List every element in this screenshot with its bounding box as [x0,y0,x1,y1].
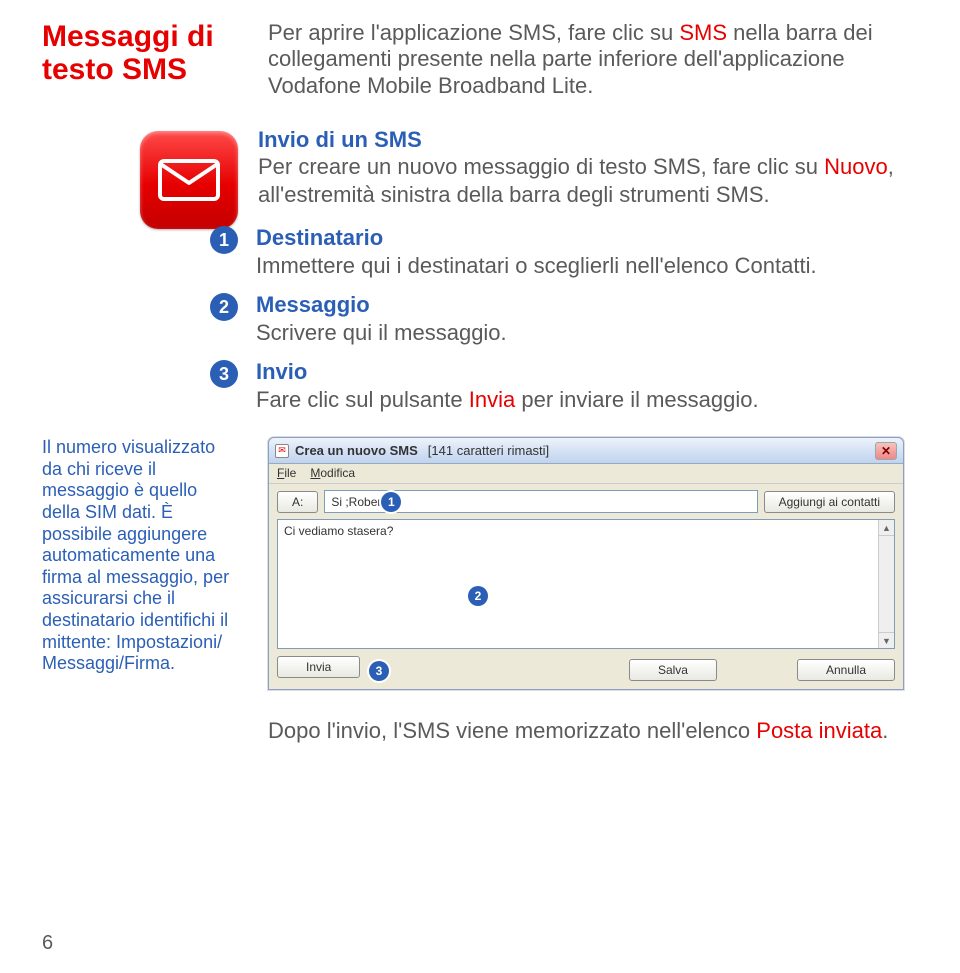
section-invio-body: Per creare un nuovo messaggio di testo S… [258,153,918,208]
intro-text: Per aprire l'applicazione SMS, fare clic… [268,20,918,99]
step-2-title: Messaggio [256,292,370,317]
step-3-body-post: per inviare il messaggio. [515,387,758,412]
cancel-button[interactable]: Annulla [797,659,895,681]
dialog-menu: File Modifica [269,464,903,484]
step-1-row: 1 Destinatario Immettere qui i destinata… [210,224,918,279]
to-button[interactable]: A: [277,491,318,513]
after-send-note: Dopo l'invio, l'SMS viene memorizzato ne… [268,718,918,744]
close-button[interactable]: ✕ [875,442,897,460]
callout-1-badge: 1 [381,492,401,512]
after-red: Posta inviata [756,718,882,743]
sms-app-icon [140,131,238,229]
to-input[interactable]: Si ;Roberto; 1 [324,490,757,513]
dialog-title: Crea un nuovo SMS [295,443,418,458]
add-contacts-button[interactable]: Aggiungi ai contatti [764,491,895,513]
step-1-title: Destinatario [256,225,383,250]
intro-t1: Per aprire l'applicazione SMS, fare clic… [268,20,679,45]
message-textarea[interactable]: Ci vediamo stasera? 2 ▲ ▼ [277,519,895,649]
step-1-body: Immettere qui i destinatari o sceglierli… [256,253,817,278]
after-t2: . [882,718,888,743]
menu-file-u: F [277,466,284,480]
page-number: 6 [42,932,53,955]
save-button[interactable]: Salva [629,659,717,681]
section-invio-heading: Invio di un SMS [258,127,918,153]
step-3-row: 3 Invio Fare clic sul pulsante Invia per… [210,358,918,413]
sms-dialog: ✉ Crea un nuovo SMS [141 caratteri rimas… [268,437,904,690]
step-3-badge: 3 [210,360,238,388]
after-t1: Dopo l'invio, l'SMS viene memorizzato ne… [268,718,756,743]
step-2-row: 2 Messaggio Scrivere qui il messaggio. [210,291,918,346]
step-3-body-pre: Fare clic sul pulsante [256,387,469,412]
step-1-badge: 1 [210,226,238,254]
scroll-down-icon[interactable]: ▼ [879,632,894,648]
scroll-up-icon[interactable]: ▲ [879,520,894,536]
callout-3-badge: 3 [369,661,389,681]
close-icon: ✕ [881,444,891,458]
step-3-title: Invio [256,359,307,384]
callout-2-badge: 2 [468,586,488,606]
dialog-chars-remaining: [141 caratteri rimasti] [428,443,549,458]
menu-mod-u: M [310,466,320,480]
menu-modifica[interactable]: Modifica [310,466,355,481]
dialog-app-icon: ✉ [275,444,289,458]
step-2-body: Scrivere qui il messaggio. [256,320,507,345]
sec1-nuovo: Nuovo [824,154,888,179]
step-2-badge: 2 [210,293,238,321]
page-title: Messaggi di testo SMS [42,20,238,86]
envelope-icon [158,159,220,201]
scrollbar[interactable]: ▲ ▼ [878,520,894,648]
dialog-titlebar: ✉ Crea un nuovo SMS [141 caratteri rimas… [269,438,903,464]
intro-sms: SMS [679,20,727,45]
sim-note: Il numero visualizzato da chi riceve il … [42,437,238,744]
sec1-b1: Per creare un nuovo messaggio di testo S… [258,154,824,179]
menu-file[interactable]: File [277,466,296,481]
send-button[interactable]: Invia [277,656,360,678]
message-value: Ci vediamo stasera? [284,524,393,538]
step-3-body-red: Invia [469,387,515,412]
